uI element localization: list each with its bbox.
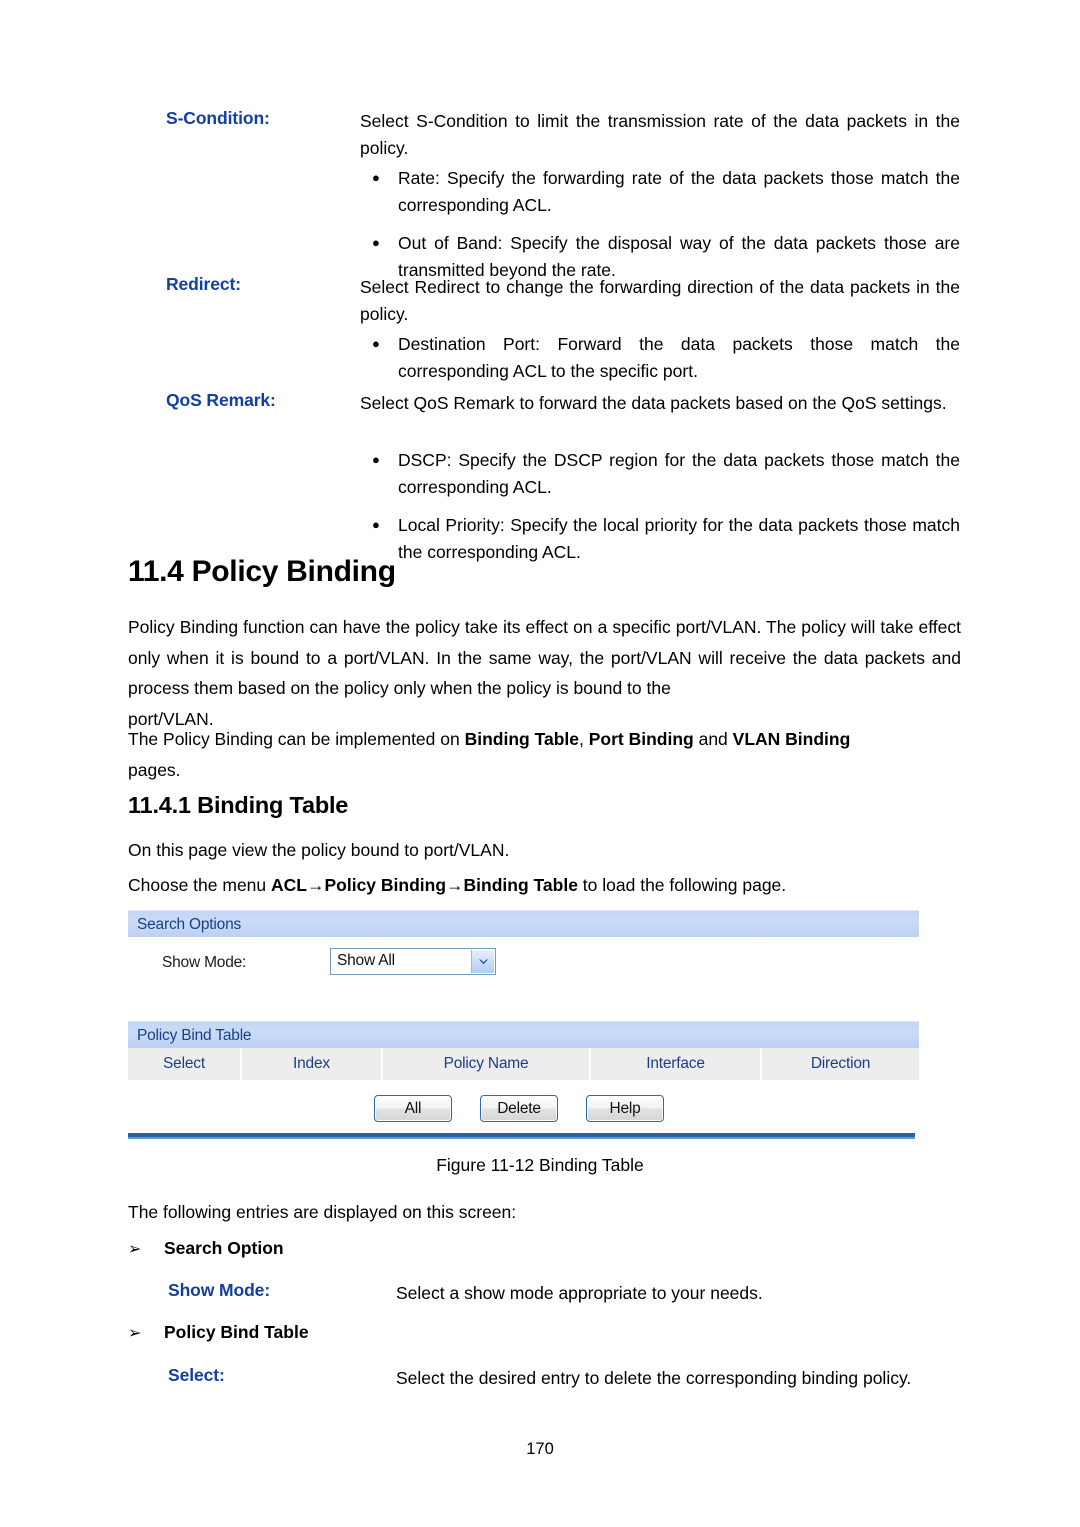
arrow-glyph: →	[306, 875, 325, 895]
paragraph-policy-binding-intro: Policy Binding function can have the pol…	[128, 612, 961, 734]
chevron-right-icon: ➢	[128, 1241, 142, 1258]
column-header-direction[interactable]: Direction	[761, 1048, 919, 1081]
paragraph-last-line: pages.	[128, 759, 181, 780]
group-heading-policy-bind-table: ➢ Policy Bind Table	[128, 1322, 309, 1343]
paragraph-view-policy: On this page view the policy bound to po…	[128, 840, 510, 860]
group-label: Search Option	[164, 1238, 284, 1258]
document-page: S-Condition: Select S-Condition to limit…	[0, 0, 1080, 1527]
policy-bind-table-panel: Policy Bind Table Select Index Policy Na…	[128, 1021, 919, 1135]
term-select: Select:	[168, 1365, 225, 1385]
list-item: Destination Port: Forward the data packe…	[360, 330, 960, 385]
bold-binding-table: Binding Table	[464, 729, 579, 749]
policy-bind-table: Select Index Policy Name Interface Direc…	[128, 1048, 919, 1081]
definition-body-s-condition: Select S-Condition to limit the transmis…	[360, 111, 960, 158]
bold-binding-table: Binding Table	[463, 875, 578, 895]
table-header-row: Select Index Policy Name Interface Direc…	[128, 1048, 919, 1081]
arrow-glyph: →	[446, 875, 464, 895]
list-item: DSCP: Specify the DSCP region for the da…	[360, 446, 960, 501]
paragraph-implemented-on: The Policy Binding can be implemented on…	[128, 724, 961, 785]
group-heading-search-option: ➢ Search Option	[128, 1238, 284, 1259]
bold-port-binding: Port Binding	[588, 729, 694, 749]
text-fragment: The Policy Binding can be implemented on	[128, 729, 465, 749]
page-title: 11.4 Policy Binding	[128, 555, 396, 588]
policy-bind-table-panel-header: Policy Bind Table	[128, 1021, 919, 1048]
delete-button[interactable]: Delete	[480, 1094, 558, 1122]
text-fragment: Choose the menu	[128, 875, 272, 895]
figure-caption: Figure 11-12 Binding Table	[436, 1155, 644, 1175]
show-mode-selected-value: Show All	[337, 952, 395, 969]
column-header-index[interactable]: Index	[241, 1048, 383, 1081]
text-fragment: ,	[579, 729, 589, 749]
text-fragment: and	[693, 729, 733, 749]
bold-vlan-binding: VLAN Binding	[732, 729, 851, 749]
show-mode-select[interactable]: Show All	[330, 948, 496, 975]
definition-body-show-mode: Select a show mode appropriate to your n…	[396, 1283, 763, 1303]
search-options-panel-header: Search Options	[128, 910, 919, 937]
chevron-right-icon: ➢	[128, 1325, 142, 1342]
definition-body-qos-remark: Select QoS Remark to forward the data pa…	[360, 393, 947, 413]
bold-policy-binding: Policy Binding	[324, 875, 447, 895]
paragraph-text: Policy Binding function can have the pol…	[128, 617, 961, 698]
group-label: Policy Bind Table	[164, 1322, 309, 1342]
paragraph-choose-menu: Choose the menu ACL→Policy Binding→Bindi…	[128, 870, 961, 901]
column-header-interface[interactable]: Interface	[590, 1048, 762, 1081]
definition-body-redirect: Select Redirect to change the forwarding…	[360, 277, 960, 324]
search-options-panel-body: Show Mode: Show All	[128, 937, 919, 995]
table-action-buttons: All Delete Help	[128, 1081, 919, 1135]
bold-acl: ACL	[271, 875, 307, 895]
chevron-down-icon[interactable]	[471, 950, 494, 973]
subsection-title: 11.4.1 Binding Table	[128, 792, 349, 818]
bullet-list-qos-remark: DSCP: Specify the DSCP region for the da…	[360, 446, 960, 567]
list-item: Local Priority: Specify the local priori…	[360, 511, 960, 566]
list-item: Rate: Specify the forwarding rate of the…	[360, 164, 960, 219]
term-s-condition: S-Condition:	[166, 108, 270, 128]
show-mode-label: Show Mode:	[162, 954, 247, 971]
bullet-list-s-condition: Rate: Specify the forwarding rate of the…	[360, 164, 960, 285]
paragraph-entries-lead-in: The following entries are displayed on t…	[128, 1202, 517, 1222]
device-web-ui-screenshot: Search Options Show Mode: Show All Polic…	[128, 910, 919, 1135]
text-fragment: to load the following page.	[577, 875, 787, 895]
definition-body-select: Select the desired entry to delete the c…	[396, 1368, 912, 1388]
help-button[interactable]: Help	[586, 1094, 664, 1122]
bullet-list-redirect: Destination Port: Forward the data packe…	[360, 330, 960, 386]
horizontal-divider	[128, 1133, 915, 1139]
page-number: 170	[526, 1440, 554, 1458]
term-qos-remark: QoS Remark:	[166, 390, 276, 410]
column-header-policy-name[interactable]: Policy Name	[382, 1048, 591, 1081]
term-redirect: Redirect:	[166, 274, 241, 294]
all-button[interactable]: All	[374, 1094, 452, 1122]
column-header-select[interactable]: Select	[128, 1048, 242, 1081]
term-show-mode: Show Mode:	[168, 1280, 271, 1300]
